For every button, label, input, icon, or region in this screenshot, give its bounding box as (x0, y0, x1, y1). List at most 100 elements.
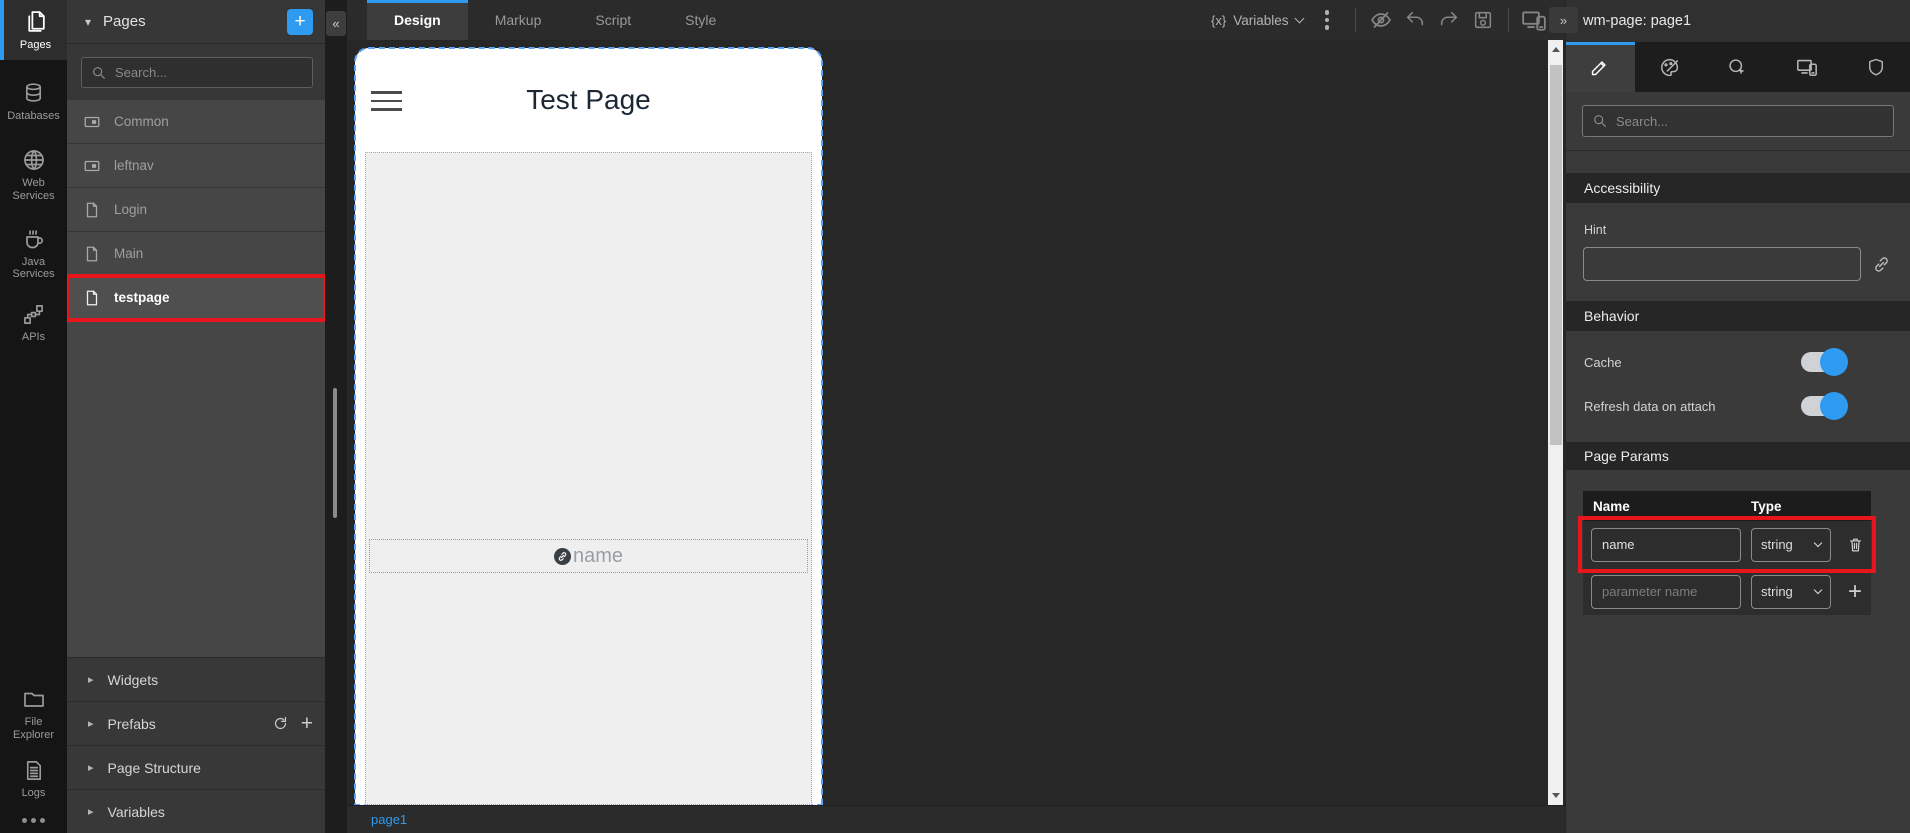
column-header-name: Name (1583, 499, 1751, 514)
more-options-button[interactable] (1325, 10, 1330, 30)
new-param-name-input[interactable] (1591, 575, 1741, 609)
accordion-variables[interactable]: ▸ Variables (67, 789, 325, 833)
properties-tabs (1566, 42, 1910, 92)
page-preview-title[interactable]: Test Page (355, 48, 822, 152)
pages-search-input[interactable] (115, 65, 303, 80)
pencil-icon (1590, 57, 1610, 77)
cache-toggle-row: Cache (1566, 347, 1910, 377)
rail-item-pages[interactable]: Pages (0, 0, 67, 60)
expand-panel-button[interactable]: » (1549, 7, 1578, 33)
rail-item-file-explorer[interactable]: File Explorer (0, 687, 67, 741)
palette-icon (1659, 57, 1680, 78)
canvas-scrollbar[interactable] (1548, 40, 1563, 805)
variables-dropdown[interactable]: {x} Variables (1211, 13, 1302, 28)
hint-input[interactable] (1583, 247, 1861, 281)
tab-properties[interactable] (1566, 42, 1635, 92)
rail-item-more[interactable] (0, 818, 67, 823)
rail-item-apis[interactable]: APIs (0, 303, 67, 344)
search-icon (1592, 113, 1608, 129)
pages-search-box[interactable] (81, 57, 313, 88)
panel-collapse-strip: « (325, 0, 347, 833)
page-file-icon (83, 289, 101, 307)
rail-item-web-services[interactable]: Web Services (0, 148, 67, 202)
tab-markup[interactable]: Markup (468, 0, 569, 40)
cache-toggle[interactable] (1801, 352, 1846, 372)
pages-list: Common leftnav Login Main testpage (67, 100, 325, 657)
section-page-params: Page Params (1566, 442, 1910, 470)
work-area: Design Markup Script Style {x} Variables (347, 0, 1565, 833)
chevron-down-icon (1814, 539, 1822, 547)
page-item-label: Main (114, 246, 143, 261)
page-list-item-common[interactable]: Common (67, 100, 325, 144)
tab-design[interactable]: Design (367, 0, 468, 40)
page-preview[interactable]: Test Page name (355, 48, 822, 805)
param-name-input[interactable] (1591, 528, 1741, 562)
chevron-down-icon (1814, 586, 1822, 594)
rail-item-label: Java Services (7, 256, 61, 281)
page-list-item-main[interactable]: Main (67, 232, 325, 276)
shield-icon (1866, 57, 1886, 77)
page-list-item-testpage[interactable]: testpage (67, 276, 325, 320)
eye-off-icon (1369, 8, 1393, 32)
scroll-up-arrow[interactable] (1548, 42, 1563, 57)
properties-search-input[interactable] (1616, 114, 1884, 129)
accordion-label: Variables (108, 804, 165, 820)
api-nodes-icon (22, 303, 45, 326)
add-prefab-button[interactable]: + (301, 713, 313, 734)
accordion-widgets[interactable]: ▸ Widgets (67, 657, 325, 701)
variables-label: Variables (1233, 13, 1288, 28)
variables-icon: {x} (1211, 13, 1226, 28)
undo-button[interactable] (1398, 3, 1432, 37)
properties-panel-title: wm-page: page1 (1566, 0, 1910, 42)
pages-panel-title: Pages (103, 13, 287, 30)
properties-search-box[interactable] (1582, 105, 1894, 137)
add-page-button[interactable]: + (287, 9, 313, 35)
partial-page-icon (83, 157, 101, 175)
rail-item-java-services[interactable]: Java Services (0, 227, 67, 281)
page-list-item-leftnav[interactable]: leftnav (67, 144, 325, 188)
param-type-select[interactable]: string (1751, 528, 1831, 562)
tab-devices[interactable] (1772, 42, 1841, 92)
tab-style[interactable]: Style (658, 0, 743, 40)
more-ellipsis-icon (22, 818, 45, 823)
tab-script[interactable]: Script (568, 0, 658, 40)
open-page-tab[interactable]: page1 (371, 812, 407, 827)
rail-item-logs[interactable]: Logs (0, 759, 67, 800)
tab-inspect[interactable] (1704, 42, 1773, 92)
rail-item-databases[interactable]: Databases (0, 82, 67, 123)
panel-scrollbar-thumb[interactable] (333, 388, 337, 518)
new-param-type-select[interactable]: string (1751, 575, 1831, 609)
page-item-label: leftnav (114, 158, 154, 173)
cache-label: Cache (1584, 355, 1622, 370)
preview-toggle-button[interactable] (1364, 3, 1398, 37)
hamburger-menu-icon[interactable] (371, 91, 402, 111)
tab-styles[interactable] (1635, 42, 1704, 92)
column-header-type: Type (1751, 499, 1839, 514)
refresh-data-toggle[interactable] (1801, 396, 1846, 416)
device-preview-button[interactable] (1517, 3, 1551, 37)
page-item-label: Common (114, 114, 169, 129)
caret-down-icon[interactable]: ▾ (85, 15, 91, 29)
add-param-button[interactable]: + (1839, 578, 1871, 606)
page-list-item-login[interactable]: Login (67, 188, 325, 232)
delete-param-button[interactable] (1839, 536, 1871, 553)
pages-search-area (67, 44, 325, 100)
canvas-scrollbar-thumb[interactable] (1550, 65, 1562, 445)
pages-icon (23, 9, 48, 34)
log-file-icon (22, 759, 45, 782)
tab-security[interactable] (1841, 42, 1910, 92)
save-button[interactable] (1466, 3, 1500, 37)
hint-label: Hint (1584, 223, 1910, 237)
accordion-page-structure[interactable]: ▸ Page Structure (67, 745, 325, 789)
refresh-icon[interactable] (272, 715, 289, 732)
page-item-label: Login (114, 202, 147, 217)
chevron-down-icon (1294, 13, 1304, 23)
bind-property-button[interactable] (1872, 255, 1891, 274)
redo-button[interactable] (1432, 3, 1466, 37)
accordion-prefabs[interactable]: ▸ Prefabs + (67, 701, 325, 745)
scroll-down-arrow[interactable] (1548, 788, 1563, 803)
page-content-container[interactable]: name (365, 152, 812, 805)
collapse-panel-button[interactable]: « (326, 11, 346, 36)
bound-label-widget[interactable]: name (369, 539, 808, 573)
design-canvas[interactable]: Test Page name (347, 40, 1565, 805)
